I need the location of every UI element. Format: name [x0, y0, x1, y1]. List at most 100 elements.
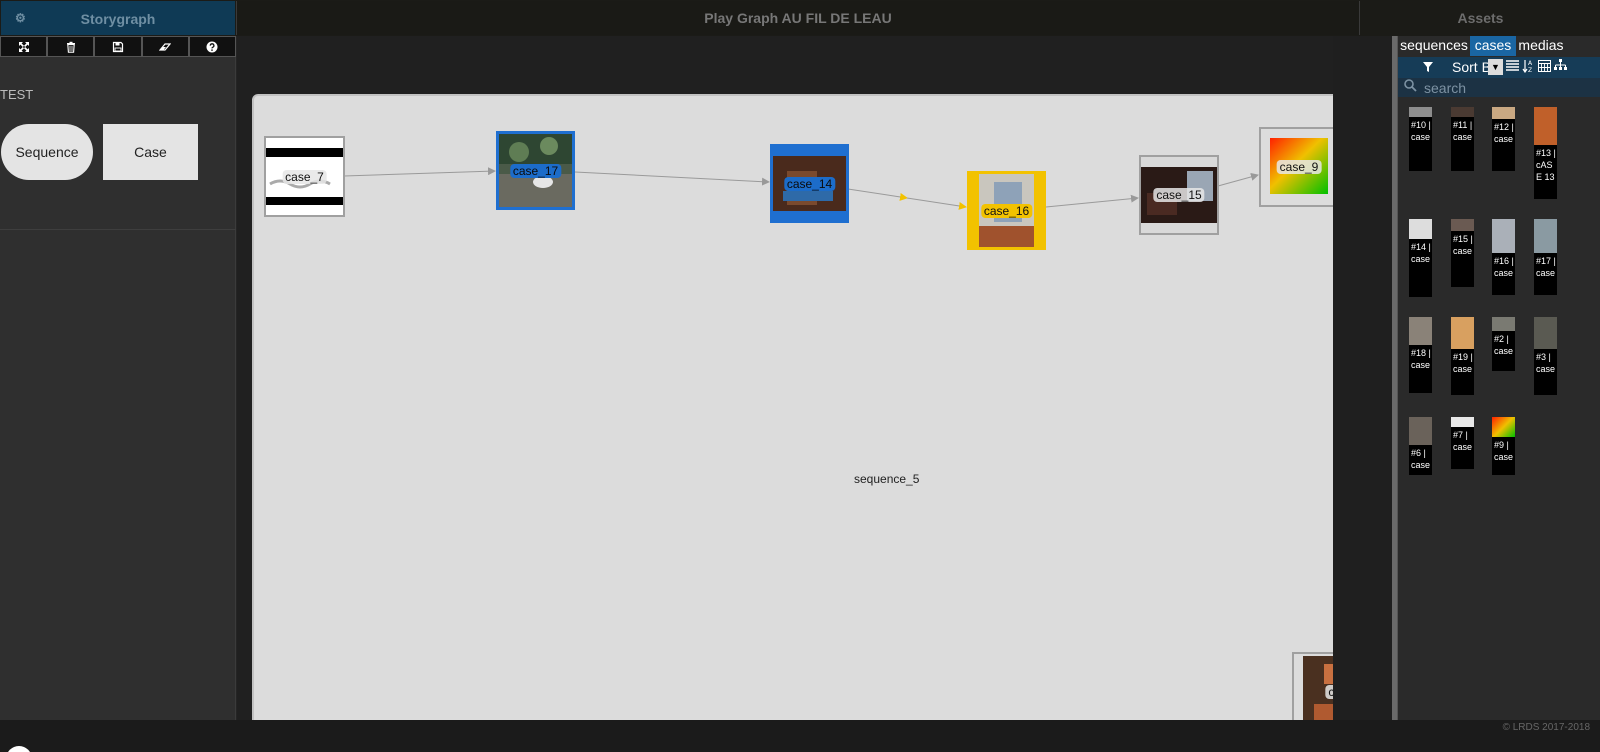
case-card[interactable]: #19 | case	[1451, 317, 1474, 395]
edge-14-16[interactable]	[847, 188, 908, 201]
graph-toolbar	[0, 36, 237, 57]
edge-14-16b[interactable]	[906, 197, 967, 210]
case-card[interactable]: #14 | case	[1409, 219, 1432, 297]
sort-select[interactable]: Sort B	[1452, 59, 1491, 75]
card-thumbnail	[1492, 417, 1515, 437]
card-label: #18 | case	[1411, 348, 1431, 370]
card-thumbnail	[1451, 107, 1474, 117]
svg-text:A: A	[1528, 60, 1533, 67]
question-icon	[206, 41, 218, 52]
case-card[interactable]: #7 | case	[1451, 417, 1474, 469]
panel-divider	[0, 229, 236, 230]
case-card[interactable]: #16 | case	[1492, 219, 1515, 295]
card-thumbnail	[1534, 317, 1557, 349]
edge-15-9[interactable]	[1217, 172, 1259, 187]
chevron-down-icon[interactable]: ▼	[1488, 59, 1503, 75]
case-card[interactable]: #13 | cASE 13	[1534, 107, 1557, 199]
edge-16-15[interactable]	[1045, 194, 1139, 208]
case-card[interactable]: #10 | case	[1409, 107, 1432, 171]
help-button[interactable]	[188, 36, 237, 57]
card-thumbnail	[1492, 317, 1515, 331]
case-card[interactable]: #6 | case	[1409, 417, 1432, 475]
canvas-scrollbar-track	[1333, 36, 1397, 720]
card-thumbnail	[1451, 219, 1474, 231]
card-label: #2 | case	[1494, 334, 1514, 356]
list-view-icon[interactable]	[1505, 59, 1520, 75]
search-bar	[1398, 78, 1600, 97]
card-thumbnail	[1534, 219, 1557, 253]
case-card[interactable]: #2 | case	[1492, 317, 1515, 371]
sort-bar: Sort B ▼ AZ	[1398, 57, 1600, 78]
graph-edges	[343, 167, 1259, 210]
card-label: #6 | case	[1411, 448, 1431, 470]
sitemap-icon[interactable]	[1553, 59, 1568, 75]
case-label: case_17	[509, 163, 562, 178]
left-panel: TEST Sequence Case	[0, 36, 237, 734]
storygraph-header: ⚙ Storygraph	[1, 1, 235, 35]
card-label: #15 | case	[1453, 234, 1473, 256]
case-shape[interactable]: Case	[103, 124, 198, 180]
tab-sequences[interactable]: sequences	[1398, 36, 1470, 56]
card-label: #10 | case	[1411, 120, 1431, 142]
card-label: #3 | case	[1536, 352, 1556, 374]
case-node-selected[interactable]: case_17	[496, 131, 575, 210]
case-card[interactable]: #9 | case	[1492, 417, 1515, 475]
status-bar	[0, 720, 1600, 752]
assets-tabs: sequences cases medias	[1398, 36, 1566, 56]
case-node[interactable]: case_15	[1139, 155, 1219, 235]
case-label: case_15	[1153, 188, 1205, 202]
graph-canvas[interactable]: sequence_5 case_7 case_17 case_14 case_1…	[237, 36, 1333, 734]
case-node[interactable]: case_9	[1259, 127, 1333, 207]
card-thumbnail	[1409, 107, 1432, 117]
card-label: #7 | case	[1453, 430, 1473, 452]
floppy-icon	[112, 41, 124, 52]
search-input[interactable]	[1424, 78, 1594, 97]
case-card[interactable]: #3 | case	[1534, 317, 1557, 395]
case-label: case_9	[1276, 160, 1322, 174]
tab-medias[interactable]: medias	[1516, 36, 1566, 56]
tab-cases[interactable]: cases	[1470, 36, 1516, 56]
case-card[interactable]: #18 | case	[1409, 317, 1432, 393]
save-button[interactable]	[94, 36, 142, 57]
edge-17-14[interactable]	[574, 171, 770, 186]
project-name: TEST	[0, 87, 34, 102]
card-label: #17 | case	[1536, 256, 1556, 278]
fullscreen-button[interactable]	[0, 36, 48, 57]
eraser-icon	[159, 42, 172, 51]
clear-button[interactable]	[141, 36, 189, 57]
case-card[interactable]: #17 | case	[1534, 219, 1557, 295]
card-label: #13 | cASE 13	[1536, 148, 1556, 182]
copyright: © LRDS 2017-2018	[1502, 722, 1590, 733]
card-label: #14 | case	[1411, 242, 1431, 264]
case-card[interactable]: #12 | case	[1492, 107, 1515, 171]
expand-icon	[18, 41, 29, 52]
sort-alpha-icon[interactable]: AZ	[1521, 59, 1536, 75]
case-node[interactable]: case_7	[264, 136, 345, 217]
card-label: #9 | case	[1494, 440, 1514, 462]
svg-text:Z: Z	[1528, 67, 1532, 73]
edge-7-17[interactable]	[343, 167, 496, 177]
card-thumbnail	[1451, 417, 1474, 427]
sequence-shape[interactable]: Sequence	[1, 124, 93, 180]
case-node-active[interactable]: case_16	[967, 171, 1046, 250]
calendar-icon[interactable]	[1537, 59, 1552, 75]
card-thumbnail	[1409, 417, 1432, 445]
case-label: case_14	[783, 176, 836, 191]
card-thumbnail	[1492, 107, 1515, 119]
case-card[interactable]: #15 | case	[1451, 219, 1474, 287]
card-label: #12 | case	[1494, 122, 1514, 144]
top-bar: ⚙ Storygraph Play Graph AU FIL DE LEAU A…	[0, 0, 1600, 36]
case-node-selected[interactable]: case_14	[770, 144, 849, 223]
assets-panel: sequences cases medias Sort B ▼ AZ searc…	[1397, 36, 1600, 720]
graph-title: Play Graph AU FIL DE LEAU	[236, 1, 1360, 35]
trash-icon	[66, 41, 75, 53]
card-label: #16 | case	[1494, 256, 1514, 278]
filter-icon[interactable]	[1422, 60, 1434, 76]
card-thumbnail	[1451, 317, 1474, 349]
card-label: #19 | case	[1453, 352, 1473, 374]
card-thumbnail	[1492, 219, 1515, 253]
card-thumbnail	[1409, 219, 1432, 239]
delete-button[interactable]	[47, 36, 95, 57]
case-card[interactable]: #11 | case	[1451, 107, 1474, 171]
search-icon	[1404, 79, 1417, 95]
